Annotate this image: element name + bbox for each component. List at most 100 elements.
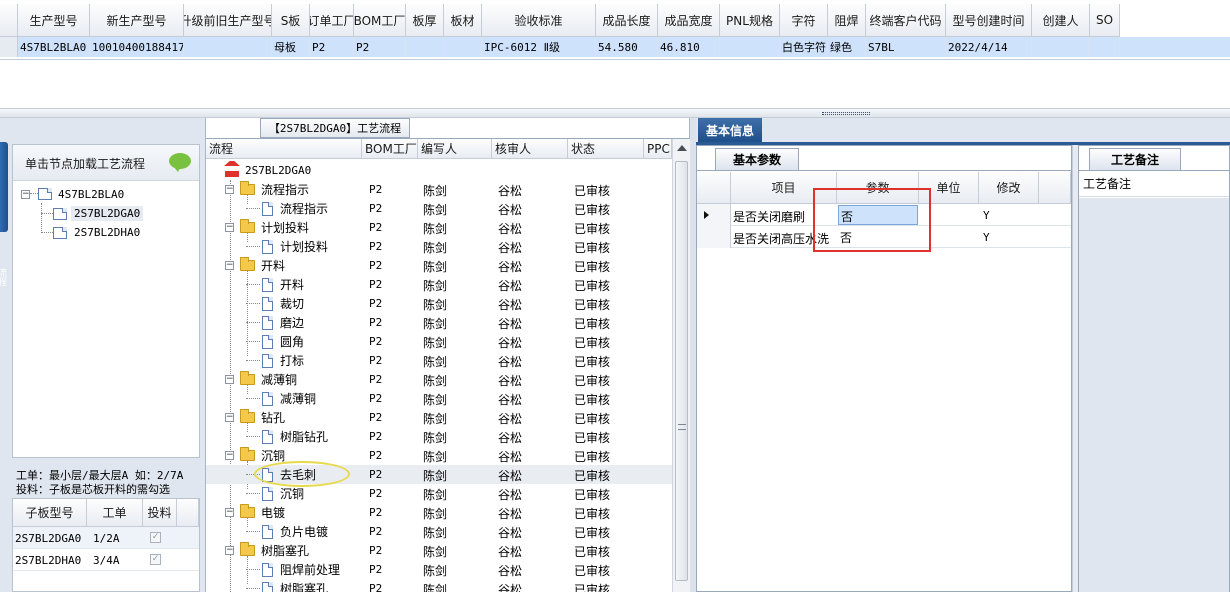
collapse-icon[interactable]: − [225,375,234,384]
sub-board-order[interactable]: 3/4A [93,549,143,571]
remarks-body[interactable] [1079,198,1229,592]
sub-board-model[interactable]: 2S7BL2DHA0 [15,549,87,571]
top-grid-cell[interactable]: IPC-6012 Ⅱ级 [482,37,596,57]
process-step[interactable]: 减薄铜 P2 陈剑 谷松 已审核 [206,389,672,408]
params-column-header[interactable]: 修改 [979,172,1039,204]
top-grid-row[interactable]: 4S7BL2BLA0 10010400188417 母板 P2 P2 IPC-6012 Ⅱ… [0,37,1230,57]
process-group[interactable]: − 计划投料 P2 陈剑 谷松 已审核 [206,218,672,237]
top-grid-cell[interactable] [184,37,272,57]
top-grid-cell[interactable] [1090,37,1120,57]
top-grid-cell[interactable]: 54.580 [596,37,658,57]
top-grid-column-header[interactable]: PNL规格 [720,4,780,37]
scroll-thumb[interactable] [675,161,688,581]
collapse-icon[interactable]: − [225,451,234,460]
top-grid-cell[interactable]: 白色字符 [780,37,828,57]
top-grid-column-header[interactable]: S板 [272,4,310,37]
tab-basic-params[interactable]: 基本参数 [715,148,799,170]
tab-basic-info[interactable]: 基本信息 [698,118,762,142]
process-step[interactable]: 计划投料 P2 陈剑 谷松 已审核 [206,237,672,256]
tree-child-2[interactable]: 2S7BL2DHA0 [41,223,143,242]
top-grid-column-header[interactable]: 终端客户代码 [866,4,946,37]
feed-checkbox[interactable]: ✓ [150,554,161,565]
param-modify[interactable]: Y [983,231,1033,244]
process-column-header[interactable]: 流程 [206,139,362,159]
top-grid-cell[interactable] [444,37,482,57]
collapse-icon[interactable]: − [225,546,234,555]
top-grid-column-header[interactable]: 阻焊 [828,4,866,37]
top-grid-cell[interactable]: P2 [310,37,354,57]
sub-board-column-header[interactable]: 工单 [87,499,143,527]
process-group[interactable]: − 电镀 P2 陈剑 谷松 已审核 [206,503,672,522]
scroll-up-icon[interactable] [677,145,687,151]
tab-remarks[interactable]: 工艺备注 [1089,148,1181,170]
sub-board-row[interactable]: 2S7BL2DGA0 1/2A ✓ [13,527,199,549]
sub-board-row[interactable]: 2S7BL2DHA0 3/4A ✓ [13,549,199,571]
top-grid-column-header[interactable]: 升级前旧生产型号 [184,4,272,37]
top-grid-cell[interactable]: 母板 [272,37,310,57]
horizontal-splitter[interactable] [0,108,1230,118]
collapse-icon[interactable]: − [225,223,234,232]
process-column-header[interactable]: 核审人 [492,139,568,159]
top-grid-cell[interactable]: 10010400188417 [90,37,184,57]
process-step[interactable]: 树脂塞孔 P2 陈剑 谷松 已审核 [206,579,672,592]
feed-checkbox[interactable]: ✓ [150,532,161,543]
process-step[interactable]: 负片电镀 P2 陈剑 谷松 已审核 [206,522,672,541]
side-tab[interactable] [0,142,8,232]
collapse-icon[interactable]: − [225,261,234,270]
collapse-icon[interactable]: − [21,189,30,199]
top-grid-cell[interactable]: P2 [354,37,406,57]
top-grid-column-header[interactable]: 字符 [780,4,828,37]
process-root[interactable]: 2S7BL2DGA0 [206,161,672,180]
top-grid-column-header[interactable]: 板厚 [406,4,444,37]
top-grid-cell[interactable]: 4S7BL2BLA0 [18,37,90,57]
top-grid-cell[interactable] [720,37,780,57]
top-grid-column-header[interactable]: 成品宽度 [658,4,720,37]
top-grid-column-header[interactable]: 创建人 [1032,4,1090,37]
row-selector[interactable] [697,226,731,248]
process-group[interactable]: − 树脂塞孔 P2 陈剑 谷松 已审核 [206,541,672,560]
remarks-field[interactable]: 工艺备注 [1079,171,1229,197]
process-column-header[interactable]: 状态 [568,139,644,159]
top-grid-column-header[interactable]: BOM工厂 [354,4,406,37]
top-grid-cell[interactable] [1032,37,1090,57]
top-grid-cell[interactable]: 2022/4/14 [946,37,1032,57]
collapse-icon[interactable]: − [225,413,234,422]
top-grid-cell[interactable]: 46.810 [658,37,720,57]
top-grid-cell[interactable]: S7BL [866,37,946,57]
process-column-header[interactable]: 编写人 [418,139,492,159]
top-grid-column-header[interactable]: 板材 [444,4,482,37]
process-column-header[interactable]: BOM工厂 [362,139,418,159]
process-step[interactable]: 开料 P2 陈剑 谷松 已审核 [206,275,672,294]
top-grid-column-header[interactable]: 新生产型号 [90,4,184,37]
param-modify[interactable]: Y [983,209,1033,222]
process-group[interactable]: − 钻孔 P2 陈剑 谷松 已审核 [206,408,672,427]
process-group[interactable]: − 减薄铜 P2 陈剑 谷松 已审核 [206,370,672,389]
top-grid-column-header[interactable]: 成品长度 [596,4,658,37]
process-column-header[interactable]: PPC [644,139,672,159]
process-scrollbar[interactable] [672,139,690,592]
top-grid-column-header[interactable]: 验收标准 [482,4,596,37]
top-grid-column-header[interactable]: 订单工厂 [310,4,354,37]
top-grid-column-header[interactable]: 生产型号 [18,4,90,37]
process-step[interactable]: 圆角 P2 陈剑 谷松 已审核 [206,332,672,351]
tree-root[interactable]: − 4S7BL2BLA0 [21,185,124,203]
sub-board-model[interactable]: 2S7BL2DGA0 [15,527,87,549]
top-grid-cell[interactable]: 绿色 [828,37,866,57]
process-step[interactable]: 裁切 P2 陈剑 谷松 已审核 [206,294,672,313]
process-step[interactable]: 沉铜 P2 陈剑 谷松 已审核 [206,484,672,503]
row-selector[interactable] [0,37,18,57]
process-step[interactable]: 树脂钻孔 P2 陈剑 谷松 已审核 [206,427,672,446]
sub-board-column-header[interactable]: 子板型号 [13,499,87,527]
process-step[interactable]: 打标 P2 陈剑 谷松 已审核 [206,351,672,370]
top-grid-column-header[interactable]: 型号创建时间 [946,4,1032,37]
process-step[interactable]: 磨边 P2 陈剑 谷松 已审核 [206,313,672,332]
row-selector[interactable] [697,204,731,226]
process-group[interactable]: − 流程指示 P2 陈剑 谷松 已审核 [206,180,672,199]
sub-board-order[interactable]: 1/2A [93,527,143,549]
process-group[interactable]: − 开料 P2 陈剑 谷松 已审核 [206,256,672,275]
process-step[interactable]: 阻焊前处理 P2 陈剑 谷松 已审核 [206,560,672,579]
top-grid-cell[interactable] [406,37,444,57]
collapse-icon[interactable]: − [225,508,234,517]
top-grid-column-header[interactable]: SO [1090,4,1120,37]
sub-board-column-header[interactable]: 投料 [143,499,177,527]
